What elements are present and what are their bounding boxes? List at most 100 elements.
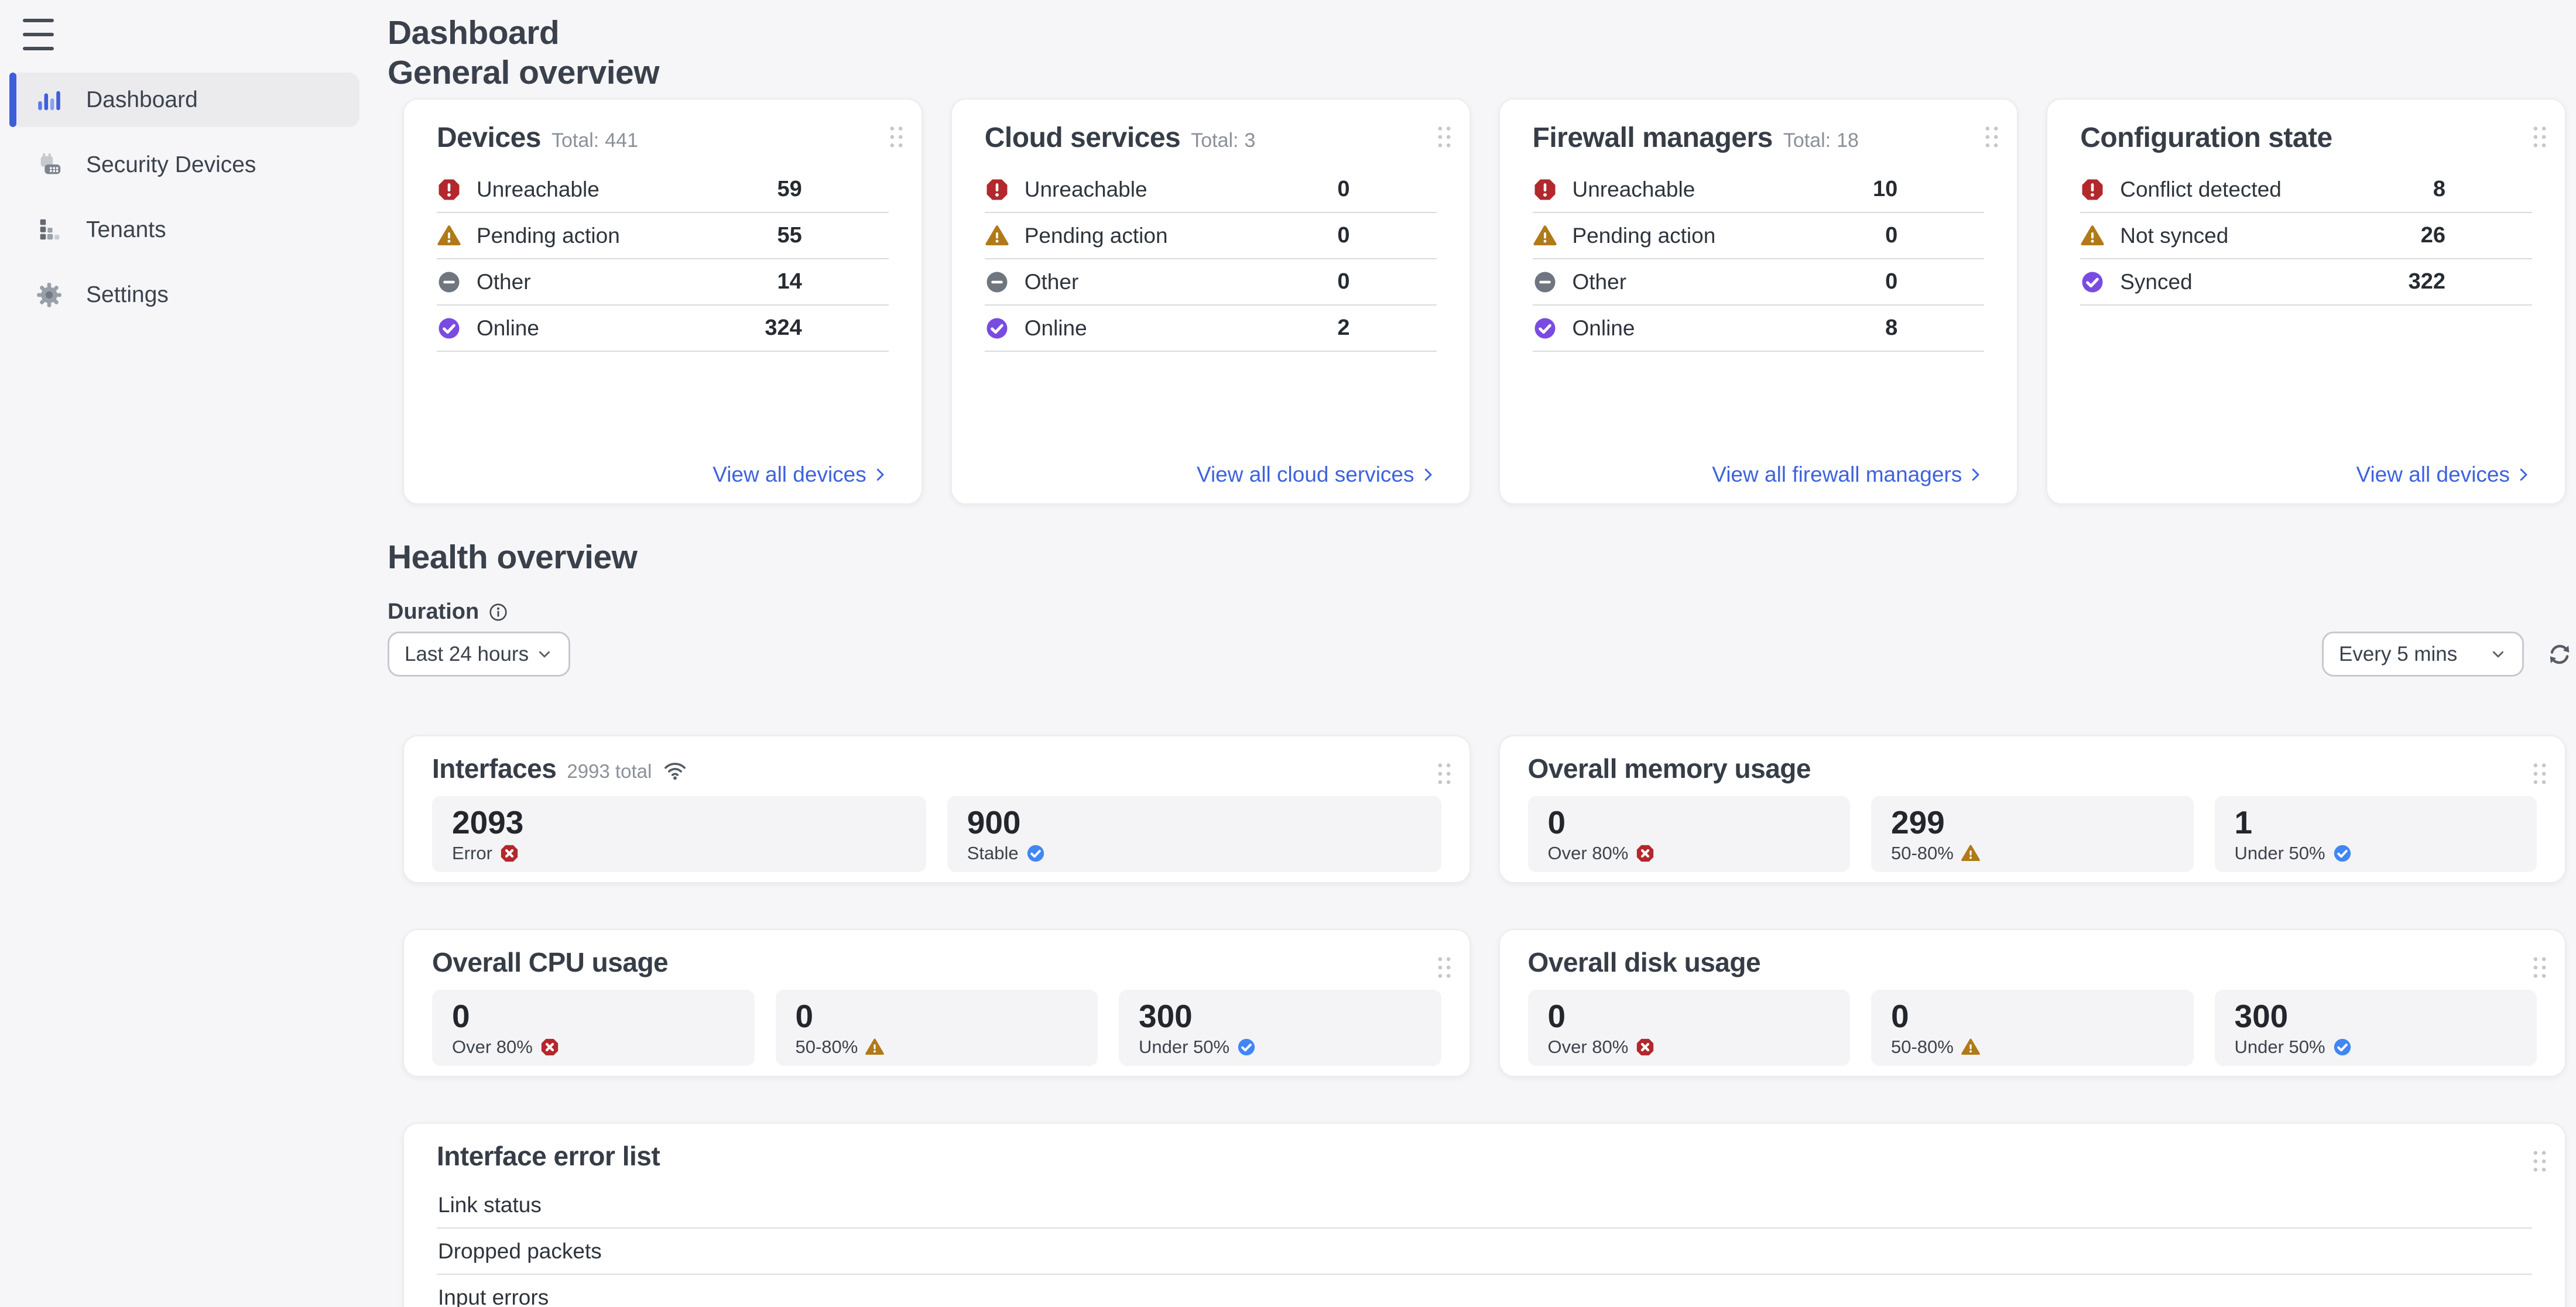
card-title: Interfaces — [432, 753, 556, 784]
drag-handle-icon[interactable] — [2531, 125, 2548, 149]
link-label: View all devices — [712, 462, 866, 487]
stat-tile-over-80: 0 Over 80% — [432, 990, 755, 1066]
status-row-other: Other 0 — [1533, 259, 1985, 306]
warning-icon — [2080, 224, 2105, 248]
sidebar-item-security-devices[interactable]: Security Devices — [10, 138, 359, 192]
drag-handle-icon[interactable] — [1436, 956, 1453, 979]
total-value: 441 — [605, 129, 638, 152]
stat-tile-50-80: 0 50-80% — [1871, 990, 2194, 1066]
status-row-online: Online 2 — [985, 306, 1437, 352]
total-label: Total: — [1191, 129, 1238, 152]
card-total: Total: 18 — [1783, 129, 1859, 152]
drag-handle-icon[interactable] — [2531, 1150, 2548, 1173]
sidebar-item-dashboard[interactable]: Dashboard — [10, 73, 359, 127]
minus-circle-icon — [985, 270, 1009, 294]
disk-usage-card: Overall disk usage 0 Over 80% 0 50-80% — [1499, 929, 2567, 1077]
overview-cards-row: Devices Total: 441 Unreachable 59 Pendin… — [403, 98, 2566, 505]
row-label: Link status — [438, 1193, 542, 1217]
chevron-down-icon — [2489, 646, 2507, 663]
sidebar: Dashboard Security Devices — [0, 0, 363, 1307]
status-value: 59 — [777, 177, 888, 202]
link-label: View all firewall managers — [1712, 462, 1962, 487]
check-circle-icon — [2080, 270, 2105, 294]
tile-value: 0 — [796, 998, 1078, 1034]
tile-label: Under 50% — [1139, 1037, 1229, 1058]
sidebar-item-label: Tenants — [86, 217, 166, 243]
status-value: 8 — [1885, 315, 1984, 341]
status-row-pending-action: Pending action 0 — [985, 213, 1437, 259]
status-value: 0 — [1337, 223, 1436, 248]
refresh-interval-select[interactable]: Every 5 mins — [2322, 632, 2524, 677]
unreachable-icon — [437, 177, 461, 202]
minus-circle-icon — [1533, 270, 1557, 294]
drag-handle-icon[interactable] — [2531, 762, 2548, 785]
warning-icon — [1961, 843, 1981, 863]
tile-value: 0 — [1891, 998, 2174, 1034]
status-label: Unreachable — [1025, 177, 1147, 202]
tile-value: 0 — [1548, 804, 1831, 841]
tile-value: 300 — [2235, 998, 2517, 1034]
drag-handle-icon[interactable] — [1983, 125, 2000, 149]
info-icon[interactable] — [488, 602, 508, 622]
conflict-icon — [2080, 177, 2105, 202]
status-row-pending-action: Pending action 55 — [437, 213, 889, 259]
unreachable-icon — [1533, 177, 1557, 202]
drag-handle-icon[interactable] — [2531, 956, 2548, 979]
view-all-devices-link[interactable]: View all devices — [2356, 462, 2532, 487]
chevron-right-icon — [2515, 466, 2532, 483]
drag-handle-icon[interactable] — [888, 125, 905, 149]
drag-handle-icon[interactable] — [1436, 125, 1453, 149]
status-label: Online — [1025, 316, 1087, 341]
refresh-interval-value: Every 5 mins — [2339, 643, 2457, 666]
card-title: Overall memory usage — [1528, 753, 1811, 784]
stat-tile-50-80: 299 50-80% — [1871, 796, 2194, 872]
section-title-health-overview: Health overview — [388, 537, 2573, 577]
duration-select[interactable]: Last 24 hours — [388, 632, 570, 677]
tile-value: 900 — [967, 804, 1421, 841]
duration-select-value: Last 24 hours — [405, 643, 529, 666]
status-row-unreachable: Unreachable 10 — [1533, 167, 1985, 213]
link-label: View all devices — [2356, 462, 2510, 487]
sidebar-item-settings[interactable]: Settings — [10, 267, 359, 322]
card-title: Overall CPU usage — [432, 946, 668, 978]
card-title: Cloud services — [985, 122, 1180, 154]
status-label: Pending action — [477, 224, 620, 248]
gear-icon — [36, 282, 63, 308]
tile-value: 300 — [1139, 998, 1421, 1034]
wifi-icon — [662, 757, 688, 783]
stat-tile-stable: 900 Stable — [947, 796, 1441, 872]
status-label: Conflict detected — [2120, 177, 2282, 202]
health-controls: Last 24 hours Every 5 mins — [388, 632, 2573, 677]
main-content: Dashboard General overview Devices Total… — [363, 0, 2576, 1307]
security-devices-icon — [36, 152, 63, 179]
section-title-general-overview: General overview — [388, 53, 2573, 92]
status-value: 2 — [1337, 315, 1436, 341]
tile-label: 50-80% — [796, 1037, 858, 1058]
view-all-firewall-managers-link[interactable]: View all firewall managers — [1712, 462, 1984, 487]
chevron-right-icon — [1967, 466, 1984, 483]
interface-error-list-card: Interface error list Link status Dropped… — [403, 1123, 2566, 1307]
sidebar-item-tenants[interactable]: Tenants — [10, 203, 359, 257]
warning-icon — [865, 1037, 885, 1057]
stat-tile-over-80: 0 Over 80% — [1528, 990, 1851, 1066]
total-value: 18 — [1837, 129, 1859, 152]
error-icon — [540, 1037, 560, 1057]
total-label: Total: — [551, 129, 599, 152]
tenants-icon — [36, 217, 63, 243]
view-all-cloud-services-link[interactable]: View all cloud services — [1197, 462, 1437, 487]
status-row-other: Other 0 — [985, 259, 1437, 306]
check-circle-icon — [2332, 1037, 2352, 1057]
status-value: 14 — [777, 269, 888, 294]
stat-tile-under-50: 1 Under 50% — [2215, 796, 2537, 872]
status-row-unreachable: Unreachable 59 — [437, 167, 889, 213]
tile-label: Over 80% — [1548, 843, 1629, 864]
card-subtitle: 2993 total — [567, 760, 652, 783]
stat-tile-over-80: 0 Over 80% — [1528, 796, 1851, 872]
stat-tile-50-80: 0 50-80% — [776, 990, 1098, 1066]
refresh-button[interactable] — [2546, 641, 2573, 668]
drag-handle-icon[interactable] — [1436, 762, 1453, 785]
tile-value: 0 — [1548, 998, 1831, 1034]
view-all-devices-link[interactable]: View all devices — [712, 462, 889, 487]
stat-tile-error: 2093 Error — [432, 796, 926, 872]
hamburger-menu-icon[interactable] — [23, 19, 54, 50]
